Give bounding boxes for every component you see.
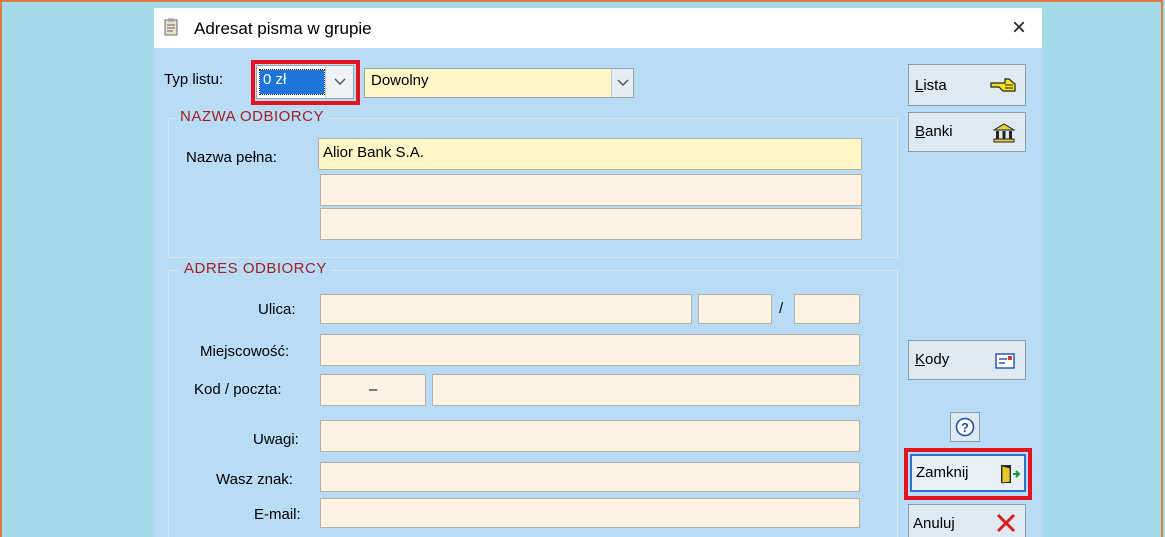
close-button[interactable]: ×	[996, 8, 1042, 48]
banki-underline: B	[915, 123, 926, 140]
nazwa-line1-input[interactable]: Alior Bank S.A.	[318, 138, 862, 170]
banki-button[interactable]: Banki	[908, 112, 1026, 152]
zamknij-button[interactable]: Zamknij	[910, 454, 1026, 492]
price-combo[interactable]: 0 zł	[256, 65, 354, 99]
ulica-flat-input[interactable]	[794, 294, 860, 324]
price-value: 0 zł	[263, 71, 287, 88]
miejscowosc-input[interactable]	[320, 334, 860, 366]
banki-label: anki	[925, 123, 953, 140]
kody-label: ody	[925, 351, 950, 368]
bank-icon	[993, 123, 1015, 143]
nazwa-odbiorcy-title: NAZWA ODBIORCY	[176, 108, 328, 125]
anuluj-label: Anuluj	[913, 515, 955, 532]
kind-dropdown-button[interactable]	[611, 69, 633, 97]
anuluj-button[interactable]: Anuluj	[908, 504, 1026, 537]
email-input[interactable]	[320, 498, 860, 528]
help-icon: ?	[955, 417, 975, 437]
zamknij-label: Zamknij	[916, 464, 969, 481]
ulica-label: Ulica:	[258, 301, 296, 318]
kod-poczta-label: Kod / poczta:	[194, 381, 282, 398]
ulica-number-input[interactable]	[698, 294, 772, 324]
nazwa-line2-input[interactable]	[320, 174, 862, 206]
typ-listu-label: Typ listu:	[164, 71, 224, 88]
email-label: E-mail:	[254, 506, 301, 523]
price-dropdown-button[interactable]	[325, 66, 353, 98]
close-icon: ×	[1011, 14, 1026, 41]
kod-pocztowy-input[interactable]: –	[320, 374, 426, 406]
miejscowosc-label: Miejscowość:	[200, 343, 290, 360]
envelope-icon	[995, 353, 1015, 369]
kind-value: Dowolny	[371, 72, 429, 89]
uwagi-input[interactable]	[320, 420, 860, 452]
clipboard-icon	[164, 18, 178, 36]
chevron-down-icon	[333, 78, 346, 86]
ulica-slash: /	[779, 300, 784, 317]
kind-combo[interactable]: Dowolny	[364, 68, 634, 98]
poczta-input[interactable]	[432, 374, 860, 406]
exit-door-icon	[1001, 465, 1021, 484]
title-bar[interactable]: Adresat pisma w grupie ×	[154, 8, 1042, 48]
pointing-hand-icon	[990, 78, 1016, 92]
dialog-window: Adresat pisma w grupie × Typ listu: 0 zł…	[154, 8, 1042, 537]
kody-underline: K	[915, 351, 926, 368]
window-title: Adresat pisma w grupie	[194, 19, 372, 38]
wasz-znak-label: Wasz znak:	[216, 471, 293, 488]
chevron-down-icon	[616, 79, 629, 87]
kody-button[interactable]: Kody	[908, 340, 1026, 380]
lista-button[interactable]: Lista	[908, 64, 1026, 106]
nazwa-pelna-label: Nazwa pełna:	[186, 149, 277, 166]
adres-odbiorcy-title: ADRES ODBIORCY	[180, 260, 331, 277]
svg-text:?: ?	[961, 420, 969, 435]
wasz-znak-input[interactable]	[320, 462, 860, 492]
cancel-x-icon	[996, 513, 1016, 533]
uwagi-label: Uwagi:	[253, 431, 299, 448]
ulica-input[interactable]	[320, 294, 692, 324]
nazwa-line3-input[interactable]	[320, 208, 862, 240]
lista-label: ista	[923, 77, 947, 94]
help-button[interactable]: ?	[950, 412, 980, 442]
